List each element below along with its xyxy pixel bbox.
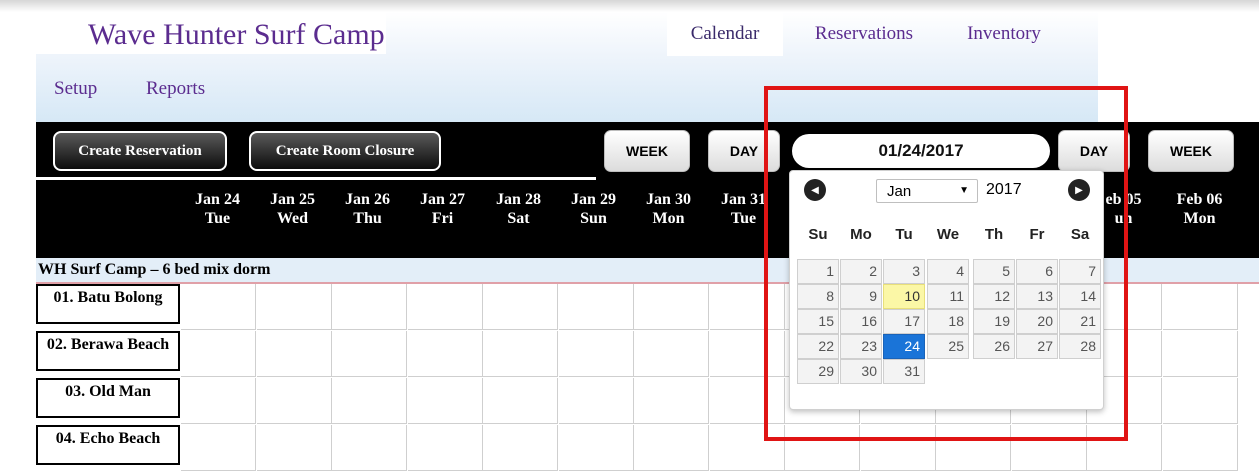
day-weekday-label: Mon [1183, 210, 1216, 227]
grid-cell[interactable] [634, 331, 709, 377]
room-name: 02. Berawa Beach [36, 331, 180, 371]
day-weekday-label: Sun [580, 210, 607, 227]
grid-cell[interactable] [407, 425, 483, 471]
grid-cell[interactable] [1162, 331, 1238, 377]
grid-cell[interactable] [558, 378, 634, 424]
grid-cell[interactable] [181, 425, 256, 471]
grid-cell[interactable] [332, 331, 407, 377]
grid-cell[interactable] [256, 284, 332, 330]
grid-cell[interactable] [332, 378, 407, 424]
grid-cell[interactable] [1162, 284, 1238, 330]
logo-box: Wave Hunter Surf Camp [36, 12, 386, 54]
grid-cell[interactable] [1162, 425, 1238, 471]
top-shadow [0, 0, 1259, 12]
nav-setup[interactable]: Setup [54, 78, 97, 100]
day-column-header: Jan 24 Tue [180, 190, 255, 228]
grid-cell[interactable] [256, 425, 332, 471]
nav-reports[interactable]: Reports [146, 78, 205, 100]
day-date-label: Feb 06 [1176, 191, 1223, 208]
grid-cell[interactable] [483, 378, 558, 424]
highlight-box [764, 86, 1128, 441]
app-title: Wave Hunter Surf Camp [88, 18, 385, 51]
grid-cell[interactable] [634, 284, 709, 330]
day-weekday-label: Fri [431, 210, 454, 227]
grid-cell[interactable] [1162, 378, 1238, 424]
day-weekday-label: Thu [353, 210, 382, 227]
grid-cell[interactable] [483, 284, 558, 330]
grid-cell[interactable] [332, 425, 407, 471]
day-weekday-label: Wed [276, 210, 309, 227]
room-name: 04. Echo Beach [36, 425, 180, 465]
room-name: 01. Batu Bolong [36, 284, 180, 324]
grid-cell[interactable] [181, 331, 256, 377]
day-column-header: Jan 30 Mon [631, 190, 706, 228]
app-page: Wave Hunter Surf Camp Calendar Reservati… [0, 0, 1259, 471]
grid-cell[interactable] [483, 425, 558, 471]
day-column-header: Jan 28 Sat [481, 190, 556, 228]
grid-cell[interactable] [634, 378, 709, 424]
grid-cell[interactable] [256, 331, 332, 377]
day-weekday-label: Tue [204, 210, 231, 227]
room-name: 03. Old Man [36, 378, 180, 418]
grid-cell[interactable] [256, 378, 332, 424]
day-column-header: Jan 25 Wed [255, 190, 330, 228]
room-type-title: WH Surf Camp – 6 bed mix dorm [38, 261, 271, 278]
grid-cell[interactable] [634, 425, 709, 471]
day-column-header: Jan 29 Sun [556, 190, 631, 228]
grid-cell[interactable] [332, 284, 407, 330]
tab-inventory[interactable]: Inventory [948, 12, 1060, 56]
grid-cell[interactable] [181, 284, 256, 330]
create-reservation-button[interactable]: Create Reservation [53, 131, 227, 171]
grid-cell[interactable] [407, 331, 483, 377]
day-date-label: Jan 27 [420, 191, 465, 208]
day-column-header: Jan 27 Fri [405, 190, 480, 228]
create-room-closure-button[interactable]: Create Room Closure [249, 131, 441, 171]
day-column-header: Feb 06 Mon [1162, 190, 1237, 228]
week-forward-button[interactable]: WEEK [1148, 130, 1234, 172]
week-back-button[interactable]: WEEK [604, 130, 690, 172]
day-date-label: Jan 29 [571, 191, 616, 208]
grid-cell[interactable] [483, 331, 558, 377]
day-date-label: Jan 24 [195, 191, 240, 208]
grid-cell[interactable] [181, 378, 256, 424]
day-date-label: Jan 30 [646, 191, 691, 208]
grid-cell[interactable] [407, 378, 483, 424]
day-date-label: Jan 28 [496, 191, 541, 208]
day-date-label: Jan 25 [270, 191, 315, 208]
day-column-header: Jan 26 Thu [330, 190, 405, 228]
day-weekday-label: Sat [507, 210, 530, 227]
grid-cell[interactable] [558, 331, 634, 377]
grid-cell[interactable] [407, 284, 483, 330]
tab-reservations[interactable]: Reservations [796, 12, 932, 56]
grid-cell[interactable] [558, 425, 634, 471]
day-date-label: Jan 26 [345, 191, 390, 208]
grid-cell[interactable] [558, 284, 634, 330]
day-weekday-label: Mon [652, 210, 685, 227]
tab-calendar[interactable]: Calendar [667, 12, 783, 56]
